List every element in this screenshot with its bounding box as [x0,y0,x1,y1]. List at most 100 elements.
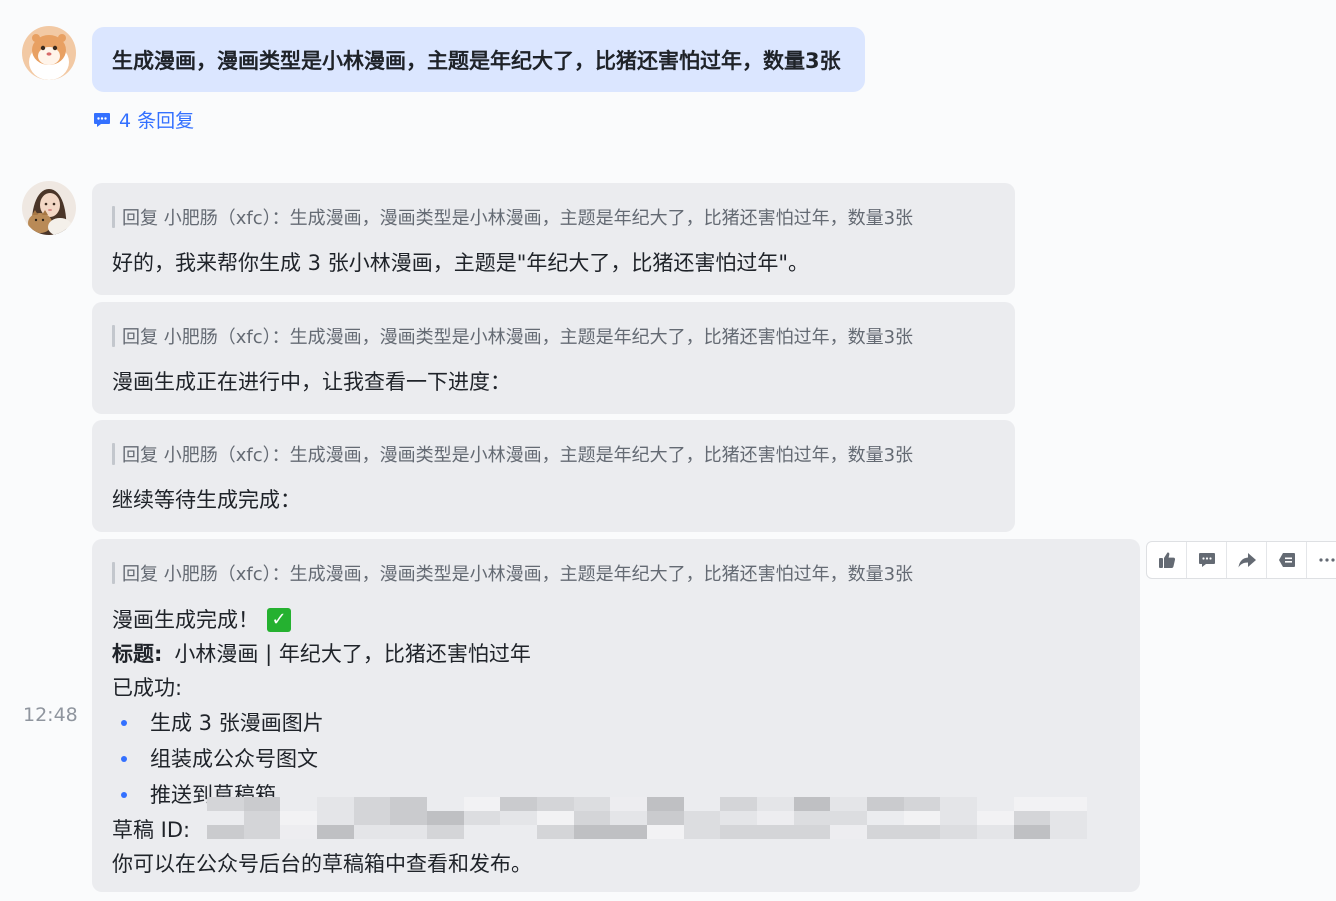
mosaic-cell [793,811,831,825]
user-message-bubble[interactable]: 生成漫画，漫画类型是小林漫画，主题是年纪大了，比猪还害怕过年，数量3张 [92,27,865,92]
more-button[interactable] [1307,542,1336,578]
bullet-icon [121,756,127,762]
quote-text: 回复 小肥肠（xfc）：生成漫画，漫画类型是小林漫画，主题是年纪大了，比猪还害怕… [122,564,914,585]
mosaic-cell [243,811,281,825]
mosaic-cell [537,811,574,825]
bullet-icon [121,792,127,798]
mosaic-cell [683,797,721,811]
mosaic-cell [977,797,1014,811]
quoted-reply: 回复 小肥肠（xfc）：生成漫画，漫画类型是小林漫画，主题是年纪大了，比猪还害怕… [112,204,913,230]
mosaic-cell [830,797,867,811]
mosaic-cell [757,825,794,839]
mosaic-cell [1013,811,1051,825]
mosaic-cell [757,811,794,825]
mosaic-cell [353,811,391,825]
mosaic-cell [463,811,501,825]
hamster-avatar-image [22,26,76,80]
comment-bubble-icon [92,110,112,130]
mosaic-cell [1050,797,1087,811]
success-label: 已成功: [112,676,183,700]
mosaic-cell [647,811,684,825]
mosaic-cell [720,825,757,839]
mosaic-cell [610,811,647,825]
mosaic-cell [1050,811,1087,825]
mosaic-cell [720,797,757,811]
quoted-reply: 回复 小肥肠（xfc）：生成漫画，漫画类型是小林漫画，主题是年纪大了，比猪还害怕… [112,560,913,586]
reply-count-link[interactable]: 4 条回复 [92,106,194,133]
quoted-reply: 回复 小肥肠（xfc）：生成漫画，漫画类型是小林漫画，主题是年纪大了，比猪还害怕… [112,441,913,467]
bot-message-bubble[interactable]: 回复 小肥肠（xfc）：生成漫画，漫画类型是小林漫画，主题是年纪大了，比猪还害怕… [92,420,1015,532]
title-line: 标题: 小林漫画 | 年纪大了，比猪还害怕过年 [112,637,532,671]
user-avatar[interactable] [22,26,76,80]
list-item-text: 生成 3 张漫画图片 [150,711,324,735]
title-label: 标题: [112,642,163,666]
bot-message-bubble[interactable]: 回复 小肥肠（xfc）：生成漫画，漫画类型是小林漫画，主题是年纪大了，比猪还害怕… [92,302,1015,414]
bot-message-text: 好的，我来帮你生成 3 张小林漫画，主题是"年纪大了，比猪还害怕过年"。 [112,251,810,275]
mosaic-cell [610,825,647,839]
mosaic-cell [1050,825,1087,839]
mosaic-cell [243,825,281,839]
comment-button[interactable] [1187,542,1227,578]
mosaic-cell [537,797,574,811]
mosaic-cell [757,797,794,811]
comment-icon [1198,553,1215,567]
bullet-icon [121,720,127,726]
thumbs-up-icon [1158,552,1175,568]
mosaic-cell [427,825,464,839]
mosaic-cell [867,811,904,825]
mosaic-cell [390,797,427,811]
mosaic-cell [353,797,391,811]
done-line: 漫画生成完成！ ✓ [112,603,532,637]
draft-id-label: 草稿 ID: [112,818,191,842]
mosaic-cell [317,797,354,811]
bot-avatar[interactable] [22,181,76,235]
mosaic-cell [317,825,354,839]
mosaic-cell [427,811,464,825]
mosaic-cell [940,811,977,825]
mosaic-cell [573,825,611,839]
mosaic-cell [867,825,904,839]
mosaic-cell [977,811,1014,825]
message-action-toolbar [1146,541,1336,579]
mosaic-cell [573,811,611,825]
quote-reply-icon [1278,553,1295,567]
quote-bar [112,443,115,465]
title-value: 小林漫画 | 年纪大了，比猪还害怕过年 [174,642,531,666]
mosaic-cell [463,825,501,839]
mosaic-cell [1013,825,1051,839]
draft-id-line: 草稿 ID: [112,797,1087,847]
check-mark-icon: ✓ [267,608,291,632]
mosaic-cell [793,797,831,811]
redacted-draft-id [207,797,1087,839]
mosaic-cell [683,811,721,825]
mosaic-cell [1013,797,1051,811]
girl-with-cat-avatar-image [22,181,76,235]
forward-button[interactable] [1227,542,1267,578]
mosaic-cell [867,797,904,811]
quote-reply-button[interactable] [1267,542,1307,578]
mosaic-cell [537,825,574,839]
thumbs-up-button[interactable] [1147,542,1187,578]
list-item: 生成 3 张漫画图片 [112,705,532,741]
mosaic-cell [830,825,867,839]
list-item: 组装成公众号图文 [112,741,532,777]
mosaic-cell [720,811,757,825]
mosaic-cell [830,811,867,825]
mosaic-cell [500,797,537,811]
bot-message-bubble[interactable]: 回复 小肥肠（xfc）：生成漫画，漫画类型是小林漫画，主题是年纪大了，比猪还害怕… [92,183,1015,295]
bot-final-message-bubble[interactable]: 回复 小肥肠（xfc）：生成漫画，漫画类型是小林漫画，主题是年纪大了，比猪还害怕… [92,539,1140,892]
mosaic-cell [207,825,244,839]
more-icon [1318,558,1335,562]
mosaic-cell [500,811,537,825]
reply-count-label: 4 条回复 [119,110,195,132]
mosaic-cell [317,811,354,825]
mosaic-cell [940,797,977,811]
mosaic-cell [207,797,244,811]
mosaic-cell [573,797,611,811]
mosaic-cell [903,797,941,811]
chat-thread: 生成漫画，漫画类型是小林漫画，主题是年纪大了，比猪还害怕过年，数量3张 4 条回… [0,0,1336,901]
mosaic-cell [280,797,317,811]
mosaic-cell [903,825,941,839]
quote-bar [112,206,115,228]
mosaic-cell [647,825,684,839]
